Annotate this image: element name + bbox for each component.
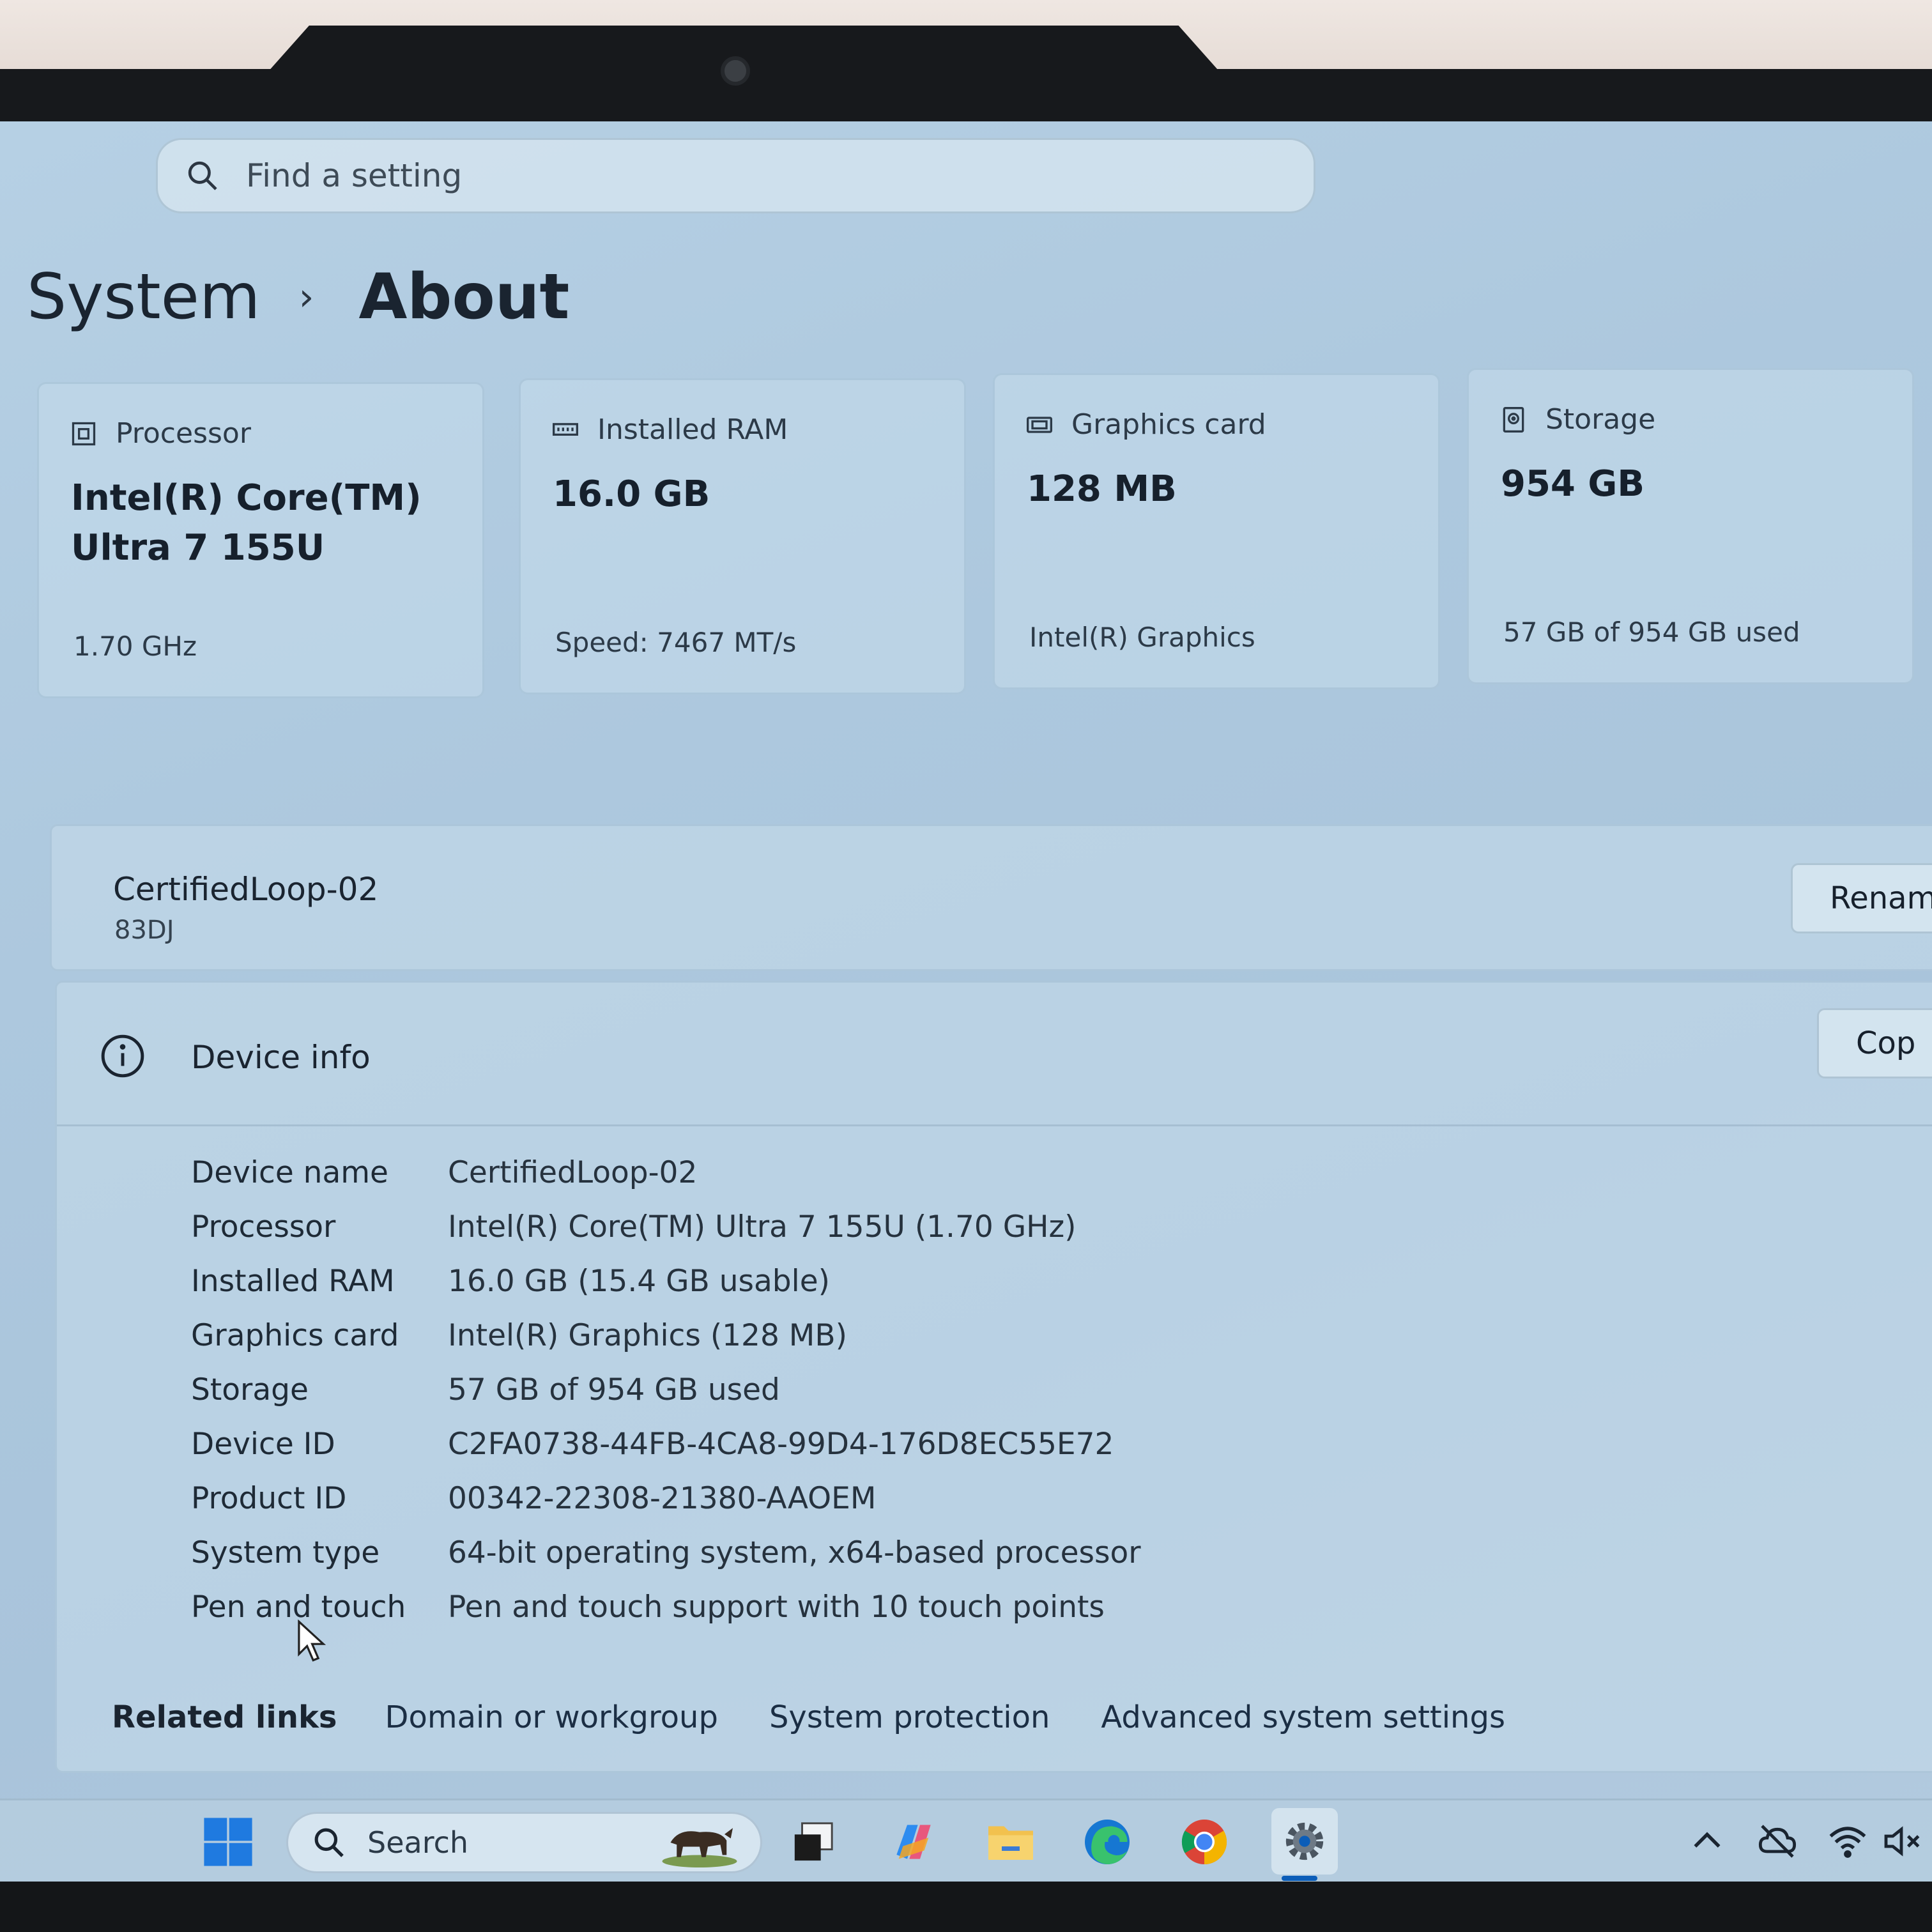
breadcrumb: System › About — [27, 261, 569, 334]
copy-button[interactable]: Cop — [1817, 1008, 1932, 1078]
spec-row-device-id: Device ID C2FA0738-44FB-4CA8-99D4-176D8E… — [191, 1427, 1114, 1462]
breadcrumb-system[interactable]: System — [27, 261, 260, 334]
ram-icon — [553, 422, 578, 436]
device-info-panel: Device info Cop Device name CertifiedLoo… — [55, 981, 1932, 1773]
cloud-off-icon[interactable] — [1757, 1821, 1798, 1862]
edge-icon[interactable] — [1078, 1813, 1136, 1871]
spec-label: Storage — [191, 1372, 309, 1407]
processor-icon — [72, 422, 96, 445]
storage-icon — [1503, 406, 1524, 433]
active-app-indicator — [1282, 1876, 1317, 1881]
spec-value: 16.0 GB (15.4 GB usable) — [448, 1264, 830, 1299]
chevron-up-icon[interactable] — [1687, 1821, 1728, 1862]
spec-label: Processor — [191, 1209, 336, 1245]
spec-label: Installed RAM — [191, 1264, 395, 1299]
page-title: About — [358, 261, 570, 334]
advanced-system-settings-link[interactable]: Advanced system settings — [1101, 1699, 1505, 1735]
storage-card-sub: 57 GB of 954 GB used — [1503, 617, 1800, 648]
spec-row-pen-and-touch: Pen and touch Pen and touch support with… — [191, 1590, 1105, 1625]
search-placeholder: Find a setting — [246, 157, 463, 194]
windows-start-icon[interactable] — [199, 1813, 257, 1871]
ram-card: Installed RAM 16.0 GB Speed: 7467 MT/s — [519, 378, 966, 694]
graphics-card-sub: Intel(R) Graphics — [1029, 622, 1255, 653]
wifi-icon[interactable] — [1827, 1821, 1868, 1862]
device-name-row: CertifiedLoop-02 83DJ Rename — [50, 824, 1932, 971]
graphics-card-icon — [1027, 416, 1052, 433]
webcam — [721, 56, 750, 86]
ram-card-value: 16.0 GB — [553, 473, 710, 515]
info-icon — [101, 1034, 144, 1078]
spec-row-graphics-card: Graphics card Intel(R) Graphics (128 MB) — [191, 1318, 847, 1353]
search-icon — [188, 161, 217, 190]
processor-card: Processor Intel(R) Core(TM) Ultra 7 155U… — [37, 382, 484, 698]
taskbar-search-box[interactable]: Search — [286, 1812, 762, 1873]
graphics-card-value: 128 MB — [1027, 468, 1177, 510]
graphics-card-title: Graphics card — [1071, 408, 1266, 441]
spec-value: Pen and touch support with 10 touch poin… — [448, 1590, 1105, 1625]
task-view-icon[interactable] — [785, 1813, 842, 1871]
spec-row-system-type: System type 64-bit operating system, x64… — [191, 1535, 1141, 1570]
storage-card: Storage 954 GB 57 GB of 954 GB used — [1467, 368, 1914, 684]
copilot-icon[interactable] — [885, 1813, 942, 1871]
search-icon — [314, 1828, 344, 1857]
taskbar-search-label: Search — [367, 1825, 469, 1860]
domain-or-workgroup-link[interactable]: Domain or workgroup — [385, 1699, 718, 1735]
spec-label: Device ID — [191, 1427, 335, 1462]
taskbar: Search — [0, 1798, 1932, 1882]
chrome-icon[interactable] — [1176, 1813, 1233, 1871]
related-links-label: Related links — [112, 1699, 337, 1735]
spec-value: 64-bit operating system, x64-based proce… — [448, 1535, 1141, 1570]
spec-row-storage: Storage 57 GB of 954 GB used — [191, 1372, 780, 1407]
file-explorer-icon[interactable] — [982, 1813, 1039, 1871]
spec-row-processor: Processor Intel(R) Core(TM) Ultra 7 155U… — [191, 1209, 1077, 1245]
processor-card-sub: 1.70 GHz — [73, 631, 197, 662]
divider — [57, 1124, 1932, 1126]
spec-value: Intel(R) Graphics (128 MB) — [448, 1318, 847, 1353]
spec-row-installed-ram: Installed RAM 16.0 GB (15.4 GB usable) — [191, 1264, 830, 1299]
spec-value: Intel(R) Core(TM) Ultra 7 155U (1.70 GHz… — [448, 1209, 1077, 1245]
search-highlight-icon — [662, 1828, 737, 1867]
processor-card-title: Processor — [116, 417, 251, 450]
storage-card-value: 954 GB — [1501, 463, 1645, 505]
spec-row-product-id: Product ID 00342-22308-21380-AAOEM — [191, 1481, 876, 1516]
spec-row-device-name: Device name CertifiedLoop-02 — [191, 1155, 697, 1190]
spec-label: Graphics card — [191, 1318, 399, 1353]
settings-icon[interactable] — [1271, 1808, 1338, 1874]
related-links-bar: Related links Domain or workgroup System… — [112, 1699, 1556, 1735]
spec-value: C2FA0738-44FB-4CA8-99D4-176D8EC55E72 — [448, 1427, 1114, 1462]
settings-window: Find a setting System › About Processor … — [0, 121, 1932, 1882]
device-info-title: Device info — [191, 1039, 371, 1076]
spec-value: 57 GB of 954 GB used — [448, 1372, 780, 1407]
rename-button[interactable]: Rename — [1791, 863, 1932, 933]
device-name: CertifiedLoop-02 — [113, 871, 379, 908]
ram-card-sub: Speed: 7467 MT/s — [555, 627, 797, 658]
mouse-cursor-icon — [298, 1620, 326, 1662]
spec-label: Device name — [191, 1155, 388, 1190]
spec-label: System type — [191, 1535, 380, 1570]
graphics-card-card: Graphics card 128 MB Intel(R) Graphics — [993, 373, 1440, 689]
storage-card-title: Storage — [1545, 403, 1656, 436]
ram-card-title: Installed RAM — [597, 413, 788, 446]
volume-muted-icon[interactable] — [1881, 1821, 1922, 1862]
breadcrumb-separator: › — [298, 275, 314, 319]
spec-value: CertifiedLoop-02 — [448, 1155, 698, 1190]
system-protection-link[interactable]: System protection — [769, 1699, 1050, 1735]
settings-search-box[interactable]: Find a setting — [156, 138, 1315, 213]
spec-label: Product ID — [191, 1481, 347, 1516]
laptop-bezel-bottom — [0, 1882, 1932, 1932]
processor-card-value: Intel(R) Core(TM) Ultra 7 155U — [71, 477, 422, 569]
device-model: 83DJ — [114, 916, 174, 945]
spec-value: 00342-22308-21380-AAOEM — [448, 1481, 877, 1516]
